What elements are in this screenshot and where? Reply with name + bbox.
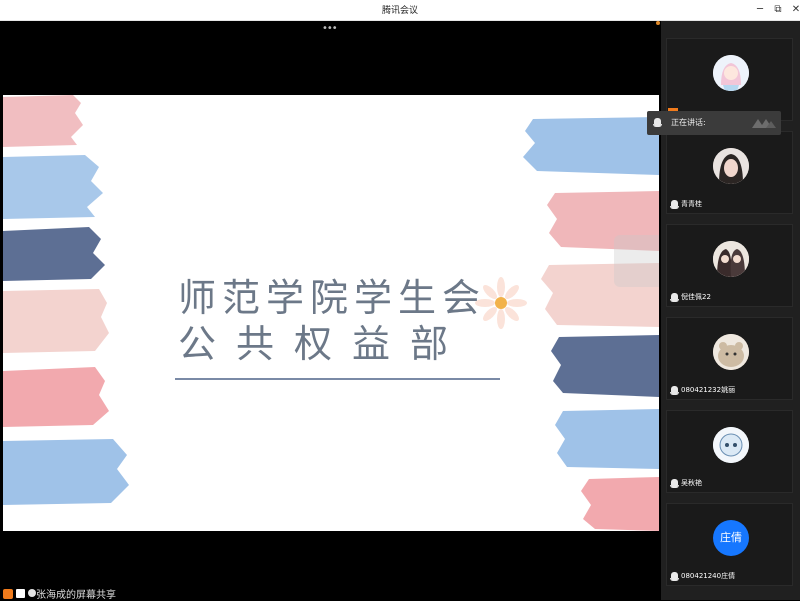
participant-tile[interactable]: 吴秋艳 — [666, 410, 793, 493]
slide-title: 师范学院学生会 公共权益部 — [178, 275, 508, 367]
mic-icon — [670, 571, 679, 581]
slide-divider — [175, 378, 500, 380]
speaking-indicator: 正在讲话: — [647, 111, 781, 135]
participant-name-row: 青青桂 — [670, 198, 702, 210]
checkbox-icon[interactable] — [16, 589, 25, 598]
avatar — [713, 148, 749, 184]
close-button[interactable]: ✕ — [788, 2, 800, 18]
brush-stroke-decoration — [3, 95, 129, 505]
cartoon-avatar-icon — [713, 427, 749, 463]
floating-video-placeholder — [614, 235, 659, 287]
meeting-logo-icon — [752, 119, 776, 128]
speaking-label: 正在讲话: — [671, 118, 706, 127]
share-icon[interactable] — [3, 589, 13, 599]
participant-sidebar: 青青桂 倪佳佩22 080421232姚丽 吴秋艳 庄倩 080421240庄倩 — [661, 21, 800, 600]
share-status-text: 张海成的屏幕共享 — [36, 590, 116, 601]
participant-tile[interactable]: 080421232姚丽 — [666, 317, 793, 400]
avatar: 庄倩 — [713, 520, 749, 556]
participant-tile[interactable]: 倪佳佩22 — [666, 224, 793, 307]
bear-avatar-icon — [713, 334, 749, 370]
photo-avatar-icon — [713, 148, 749, 184]
more-options-icon[interactable]: ••• — [322, 23, 338, 34]
participant-tile[interactable]: 青青桂 — [666, 131, 793, 214]
slide-title-line1: 师范学院学生会 — [178, 276, 487, 320]
mic-icon — [670, 292, 679, 302]
mic-icon — [670, 385, 679, 395]
participant-name-row: 080421240庄倩 — [670, 570, 736, 582]
participant-name-row: 倪佳佩22 — [670, 291, 711, 303]
title-bar: 腾讯会议 ─ ⧉ ✕ — [0, 0, 800, 21]
participant-tile[interactable] — [666, 38, 793, 121]
participant-name: 青青桂 — [681, 200, 702, 208]
mic-icon — [670, 199, 679, 209]
mic-icon — [670, 478, 679, 488]
brush-stroke-decoration-right — [523, 117, 659, 531]
main-share-view: ••• 师范学院学生会 公共权益部 — [0, 21, 661, 600]
avatar — [713, 427, 749, 463]
participant-tile[interactable]: 庄倩 080421240庄倩 — [666, 503, 793, 586]
share-status-bar: 张海成的屏幕共享 — [0, 588, 661, 601]
window-title: 腾讯会议 — [381, 6, 418, 16]
avatar — [713, 55, 749, 91]
avatar — [713, 241, 749, 277]
maximize-button[interactable]: ⧉ — [770, 2, 786, 18]
couple-avatar-icon — [713, 241, 749, 277]
avatar — [713, 334, 749, 370]
participant-name: 080421240庄倩 — [681, 572, 736, 580]
recording-indicator — [656, 21, 660, 25]
presenter-icon — [28, 589, 36, 597]
mic-icon — [653, 118, 662, 127]
anime-girl-avatar-icon — [713, 55, 749, 91]
minimize-button[interactable]: ─ — [752, 2, 768, 18]
shared-slide: 师范学院学生会 公共权益部 — [3, 95, 659, 531]
participant-name-row: 080421232姚丽 — [670, 384, 736, 396]
participant-name-row: 吴秋艳 — [670, 477, 702, 489]
participant-name: 倪佳佩22 — [681, 293, 711, 301]
participant-name: 吴秋艳 — [681, 479, 702, 487]
slide-title-line2: 公共权益部 — [178, 322, 469, 366]
participant-name: 080421232姚丽 — [681, 386, 736, 394]
